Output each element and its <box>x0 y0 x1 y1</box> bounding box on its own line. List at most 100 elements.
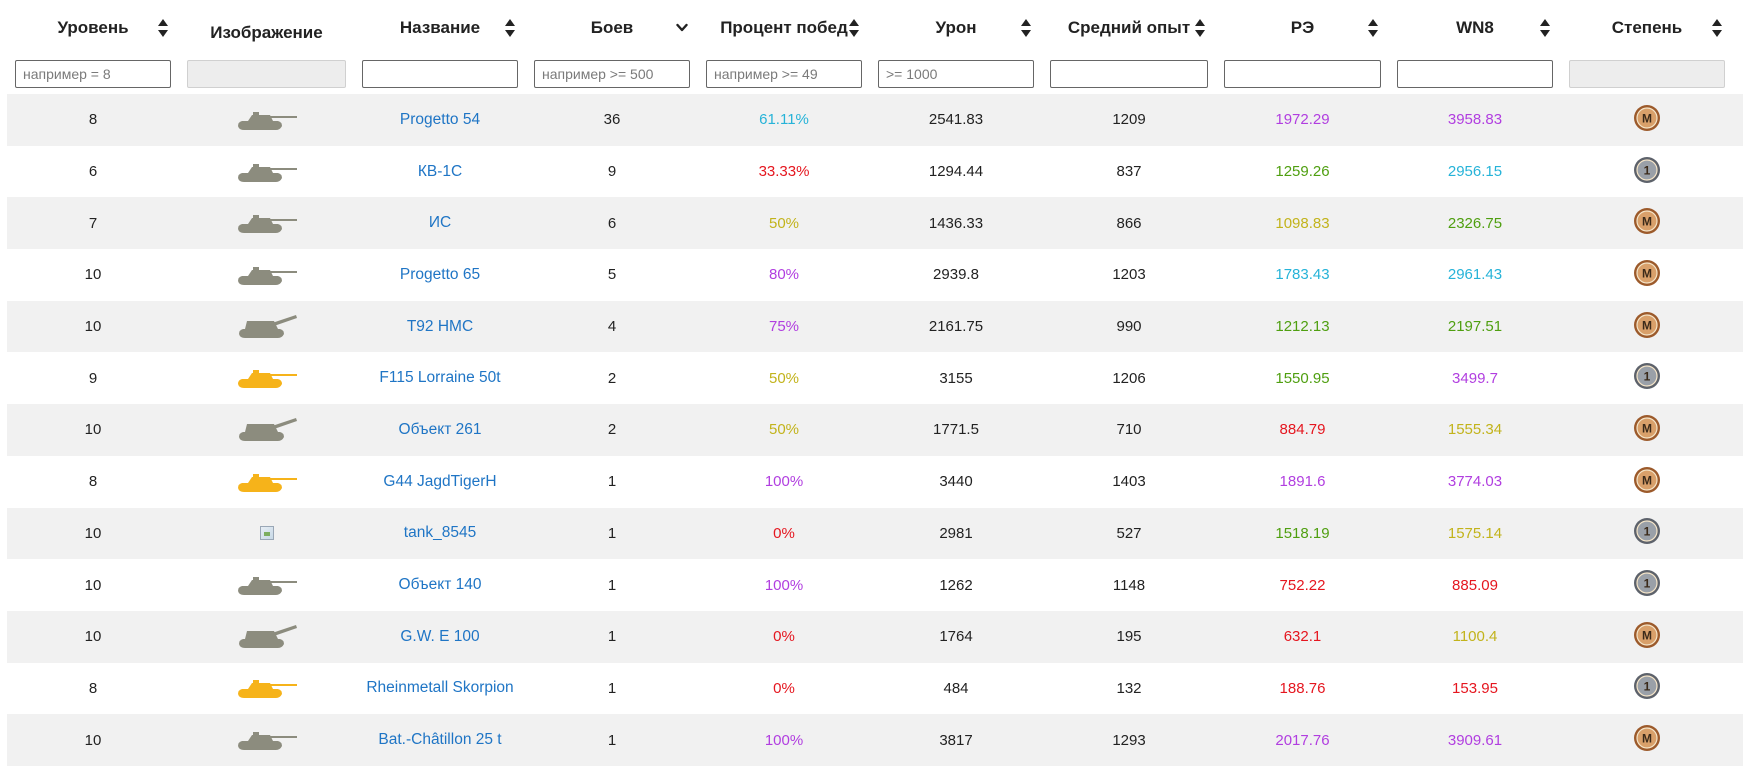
svg-text:M: M <box>1642 628 1652 642</box>
sort-both-icon[interactable] <box>1367 18 1379 38</box>
avg-exp-value: 1209 <box>1112 111 1146 129</box>
header-damage[interactable]: Урон <box>870 0 1042 56</box>
header-level[interactable]: Уровень <box>7 0 179 56</box>
winrate-value: 50% <box>768 214 800 232</box>
sort-both-icon[interactable] <box>1711 18 1723 38</box>
name-filter-input[interactable] <box>362 60 518 88</box>
tank-name-link[interactable]: Progetto 54 <box>400 111 480 129</box>
battles-cell: 1 <box>526 559 698 611</box>
header-battles[interactable]: Боев <box>526 0 698 56</box>
winrate-cell: 50% <box>698 352 870 404</box>
tank-name-link[interactable]: Объект 140 <box>399 576 482 594</box>
wn8-cell: 153.95 <box>1389 663 1561 715</box>
tank-name-link[interactable]: ИС <box>429 214 451 232</box>
name-cell: F115 Lorraine 50t <box>354 352 526 404</box>
re-filter-input[interactable] <box>1224 60 1381 88</box>
level-cell: 10 <box>7 508 179 560</box>
level-value: 10 <box>84 421 102 439</box>
sort-both-icon[interactable] <box>157 18 169 38</box>
wn8-value: 153.95 <box>1452 679 1498 697</box>
mastery-cell: M <box>1561 611 1733 663</box>
tank-gray-icon <box>236 264 298 286</box>
header-winrate[interactable]: Процент побед <box>698 0 870 56</box>
avg-exp-cell: 1293 <box>1042 714 1216 766</box>
avg-exp-cell: 1148 <box>1042 559 1216 611</box>
level-cell: 9 <box>7 352 179 404</box>
battles-cell: 2 <box>526 404 698 456</box>
mastery-cell: 1 <box>1561 352 1733 404</box>
battles-cell: 1 <box>526 714 698 766</box>
header-battles-label: Боев <box>590 18 634 37</box>
tank-name-link[interactable]: Progetto 65 <box>400 266 480 284</box>
header-re[interactable]: РЭ <box>1216 0 1389 56</box>
battles-cell: 1 <box>526 456 698 508</box>
wn8-value: 3909.61 <box>1447 731 1503 749</box>
name-cell: КВ-1С <box>354 146 526 198</box>
mastery-cell: M <box>1561 301 1733 353</box>
mastery-first-class-badge-icon: 1 <box>1633 156 1661 188</box>
avg-exp-filter-input[interactable] <box>1050 60 1208 88</box>
wn8-value: 3958.83 <box>1447 111 1503 129</box>
avg-exp-value: 710 <box>1116 421 1142 439</box>
winrate-filter-input[interactable] <box>706 60 862 88</box>
battles-cell: 1 <box>526 508 698 560</box>
mastery-cell: M <box>1561 197 1733 249</box>
wn8-filter-input[interactable] <box>1397 60 1553 88</box>
name-cell: Progetto 54 <box>354 94 526 146</box>
tank-gold-icon <box>236 471 298 493</box>
tank-stats-page: Уровень Изображение Название Боев Процен… <box>0 0 1743 766</box>
tank-name-link[interactable]: КВ-1С <box>418 163 462 181</box>
tank-name-link[interactable]: T92 HMC <box>407 318 473 336</box>
re-cell: 1212.13 <box>1216 301 1389 353</box>
damage-filter-input[interactable] <box>878 60 1034 88</box>
header-wn8-label: WN8 <box>1456 18 1494 37</box>
sort-both-icon[interactable] <box>1539 18 1551 38</box>
level-cell: 8 <box>7 663 179 715</box>
tank-name-link[interactable]: G.W. E 100 <box>400 628 479 646</box>
mastery-cell: 1 <box>1561 146 1733 198</box>
level-value: 10 <box>84 731 102 749</box>
wn8-cell: 3774.03 <box>1389 456 1561 508</box>
header-wn8[interactable]: WN8 <box>1389 0 1561 56</box>
name-cell: Progetto 65 <box>354 249 526 301</box>
sort-desc-icon[interactable] <box>676 18 688 38</box>
sort-both-icon[interactable] <box>848 18 860 38</box>
damage-value: 1294.44 <box>928 163 984 181</box>
level-value: 10 <box>84 524 102 542</box>
spg-gray-icon <box>236 417 298 443</box>
tank-name-link[interactable]: G44 JagdTigerH <box>383 473 496 491</box>
mastery-master-badge-icon: M <box>1633 259 1661 291</box>
battles-cell: 36 <box>526 94 698 146</box>
damage-cell: 1262 <box>870 559 1042 611</box>
wn8-cell: 2197.51 <box>1389 301 1561 353</box>
tank-name-link[interactable]: Bat.-Châtillon 25 t <box>378 731 501 749</box>
sort-both-icon[interactable] <box>1020 18 1032 38</box>
level-value: 10 <box>84 628 102 646</box>
header-avg-exp[interactable]: Средний опыт <box>1042 0 1216 56</box>
level-value: 7 <box>88 214 98 232</box>
svg-text:M: M <box>1642 732 1652 746</box>
level-cell: 6 <box>7 146 179 198</box>
header-name[interactable]: Название <box>354 0 526 56</box>
re-value: 1891.6 <box>1279 473 1326 491</box>
mastery-first-class-badge-icon: 1 <box>1633 672 1661 704</box>
mastery-cell: M <box>1561 249 1733 301</box>
name-cell: G44 JagdTigerH <box>354 456 526 508</box>
tank-name-link[interactable]: F115 Lorraine 50t <box>379 369 500 387</box>
header-mastery[interactable]: Степень <box>1561 0 1733 56</box>
avg-exp-value: 1206 <box>1112 369 1146 387</box>
mastery-cell: M <box>1561 456 1733 508</box>
tank-name-link[interactable]: Объект 261 <box>399 421 482 439</box>
battles-filter-input[interactable] <box>534 60 690 88</box>
level-filter-input[interactable] <box>15 60 171 88</box>
wn8-cell: 2961.43 <box>1389 249 1561 301</box>
winrate-value: 100% <box>764 731 804 749</box>
sort-both-icon[interactable] <box>504 18 516 38</box>
sort-both-icon[interactable] <box>1194 18 1206 38</box>
tank-name-link[interactable]: Rheinmetall Skorpion <box>366 679 513 697</box>
winrate-value: 0% <box>773 679 795 697</box>
image-filter-input <box>187 60 346 88</box>
tank-image-cell <box>179 456 354 508</box>
avg-exp-cell: 527 <box>1042 508 1216 560</box>
tank-name-link[interactable]: tank_8545 <box>404 524 476 542</box>
